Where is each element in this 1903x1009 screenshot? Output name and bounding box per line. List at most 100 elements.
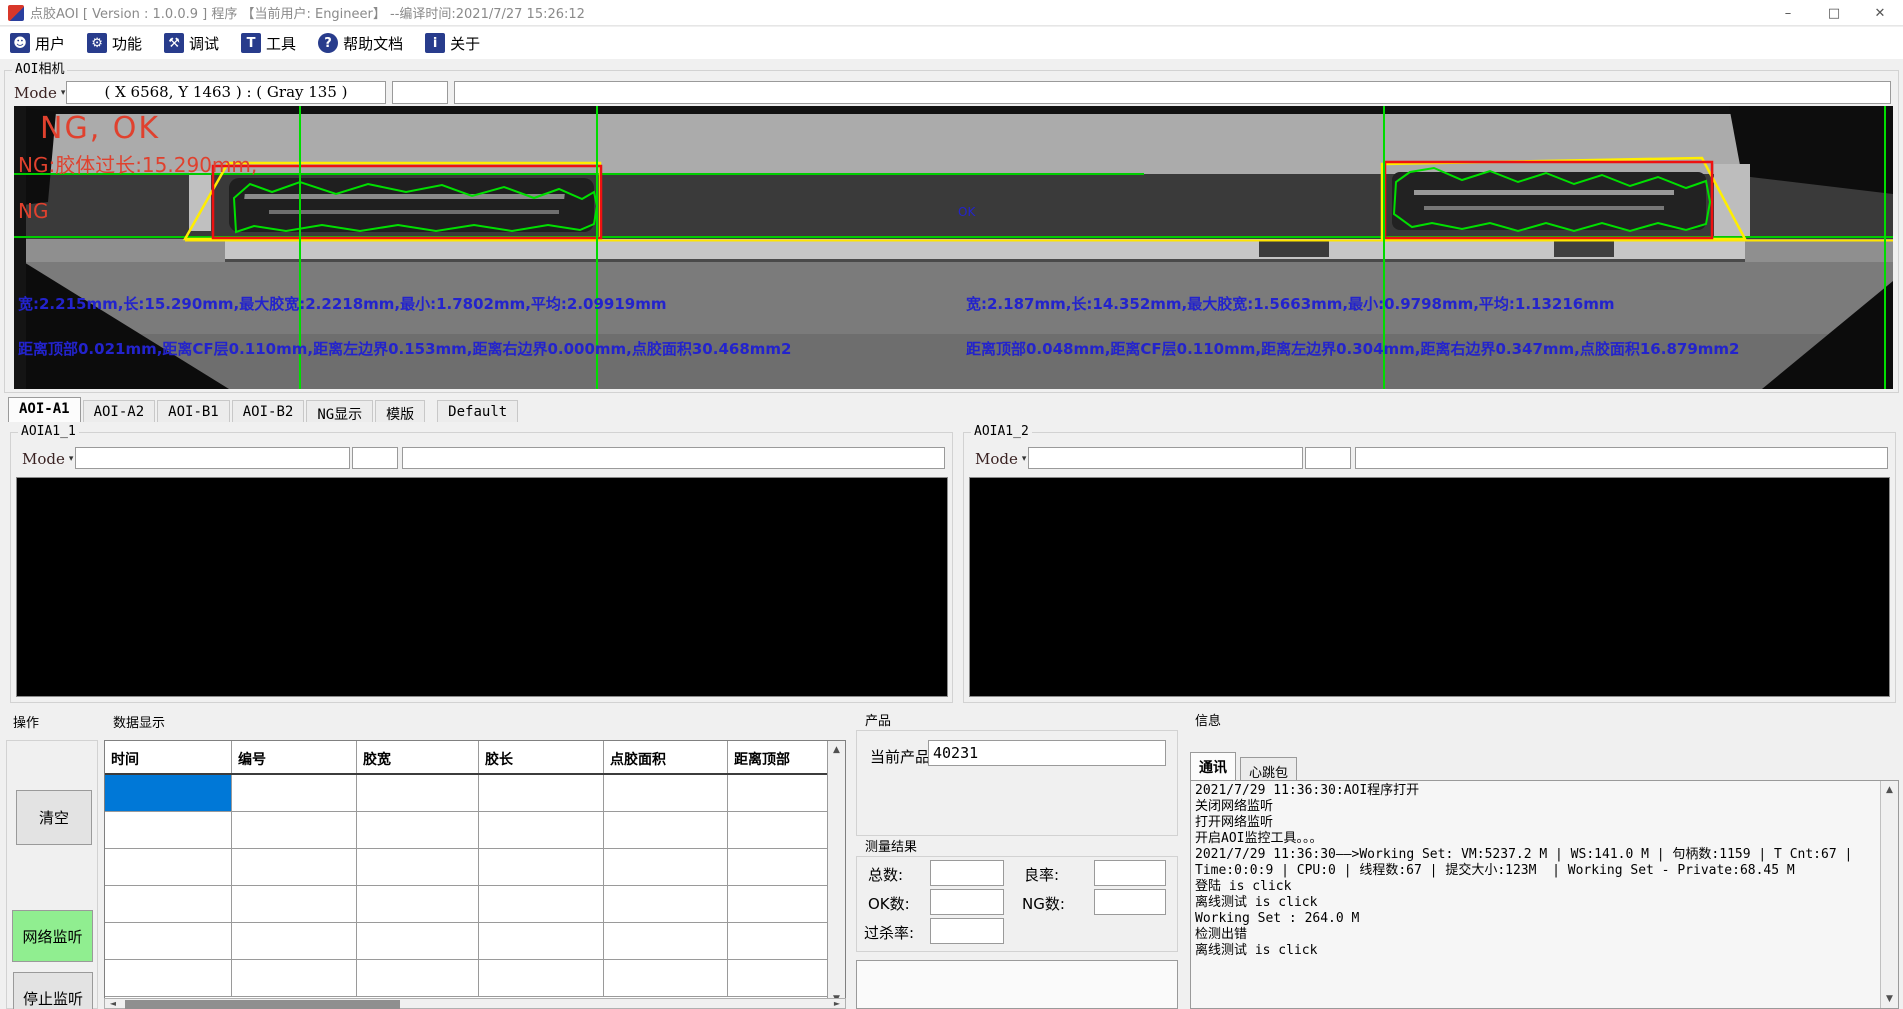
selected-cell[interactable]	[105, 775, 232, 811]
horizontal-scroll-thumb[interactable]	[125, 1000, 400, 1009]
table-cell[interactable]	[479, 960, 604, 996]
table-cell[interactable]	[232, 812, 357, 848]
table-row[interactable]	[105, 775, 828, 812]
table-cell[interactable]	[604, 812, 728, 848]
tab-aoi-b1[interactable]: AOI-B1	[157, 400, 230, 422]
stop-listen-button[interactable]: 停止监听	[13, 972, 93, 1009]
table-cell[interactable]	[232, 960, 357, 996]
table-cell[interactable]	[357, 886, 479, 922]
table-row[interactable]	[105, 812, 828, 849]
tab-aoi-a2[interactable]: AOI-A2	[83, 400, 156, 422]
table-cell[interactable]	[728, 812, 828, 848]
table-row[interactable]	[105, 923, 828, 960]
table-cell[interactable]	[604, 960, 728, 996]
total-value-box[interactable]	[930, 860, 1004, 886]
table-horizontal-scrollbar[interactable]: ◄ ►	[104, 998, 846, 1009]
table-cell[interactable]	[105, 886, 232, 922]
scroll-right-icon[interactable]: ►	[829, 999, 845, 1008]
table-cell[interactable]	[105, 812, 232, 848]
ok-count-value-box[interactable]	[930, 889, 1004, 915]
close-button[interactable]: ✕	[1857, 0, 1903, 26]
col-time[interactable]: 时间	[105, 741, 232, 773]
table-cell[interactable]	[105, 849, 232, 885]
col-glue-area[interactable]: 点胶面积	[604, 741, 728, 773]
aoia1-1-mode-dropdown[interactable]: Mode ▾	[18, 448, 77, 470]
table-cell[interactable]	[357, 775, 479, 811]
aoia1-2-box3[interactable]	[1355, 447, 1888, 469]
table-cell[interactable]	[479, 775, 604, 811]
table-cell[interactable]	[728, 775, 828, 811]
toolbar-debug-button[interactable]: ⚒ 调试	[160, 30, 223, 57]
table-cell[interactable]	[105, 960, 232, 996]
table-cell[interactable]	[357, 849, 479, 885]
scroll-down-icon[interactable]: ▼	[1886, 990, 1893, 1008]
product-note-box[interactable]	[856, 960, 1178, 1009]
table-row[interactable]	[105, 886, 828, 923]
table-cell[interactable]	[357, 812, 479, 848]
table-cell[interactable]	[479, 812, 604, 848]
col-glue-length[interactable]: 胶长	[479, 741, 604, 773]
col-number[interactable]: 编号	[232, 741, 357, 773]
table-row[interactable]	[105, 960, 828, 997]
table-cell[interactable]	[232, 886, 357, 922]
toolbar-about-button[interactable]: i 关于	[421, 30, 484, 57]
table-vertical-scrollbar[interactable]: ▲ ▼	[827, 741, 845, 1008]
camera-wide-box[interactable]	[454, 81, 1891, 104]
table-cell[interactable]	[479, 923, 604, 959]
scroll-up-icon[interactable]: ▲	[1886, 781, 1893, 799]
table-cell[interactable]	[232, 849, 357, 885]
aoia1-2-view[interactable]	[969, 477, 1890, 697]
scroll-left-icon[interactable]: ◄	[105, 999, 121, 1008]
table-cell[interactable]	[728, 886, 828, 922]
aoia1-2-box1[interactable]	[1028, 447, 1303, 469]
toolbar-user-button[interactable]: ☻ 用户	[6, 30, 69, 57]
minimize-button[interactable]: –	[1765, 0, 1811, 26]
table-cell[interactable]	[604, 775, 728, 811]
camera-small-box[interactable]	[392, 81, 448, 104]
maximize-button[interactable]: □	[1811, 0, 1857, 26]
network-listen-button[interactable]: 网络监听	[12, 910, 93, 962]
table-cell[interactable]	[105, 923, 232, 959]
table-cell[interactable]	[604, 886, 728, 922]
table-cell[interactable]	[357, 923, 479, 959]
ng-count-value-box[interactable]	[1094, 889, 1166, 915]
table-cell[interactable]	[728, 923, 828, 959]
aoia1-2-box2[interactable]	[1305, 447, 1351, 469]
tab-aoi-b2[interactable]: AOI-B2	[232, 400, 305, 422]
table-cell[interactable]	[357, 960, 479, 996]
tab-aoi-a1[interactable]: AOI-A1	[8, 397, 81, 422]
aoia1-1-box2[interactable]	[352, 447, 398, 469]
table-cell[interactable]	[604, 849, 728, 885]
col-distance-top[interactable]: 距离顶部	[728, 741, 828, 773]
table-cell[interactable]	[728, 960, 828, 996]
col-glue-width[interactable]: 胶宽	[357, 741, 479, 773]
clear-button[interactable]: 清空	[16, 790, 92, 845]
tab-communication[interactable]: 通讯	[1190, 752, 1236, 781]
table-cell[interactable]	[728, 849, 828, 885]
table-row[interactable]	[105, 849, 828, 886]
current-product-input[interactable]	[928, 740, 1166, 766]
yield-value-box[interactable]	[1094, 860, 1166, 886]
overkill-value-box[interactable]	[930, 918, 1004, 944]
tab-template[interactable]: 模版	[375, 400, 425, 422]
camera-view[interactable]: NG, OK NG:胶体过长:15.290mm, NG OK 宽:2.215mm…	[14, 106, 1893, 389]
aoia1-1-view[interactable]	[16, 477, 948, 697]
table-cell[interactable]	[479, 886, 604, 922]
log-scrollbar[interactable]: ▲ ▼	[1880, 781, 1898, 1008]
toolbar-help-button[interactable]: ? 帮助文档	[314, 30, 407, 57]
aoia1-1-box1[interactable]	[75, 447, 350, 469]
toolbar-tools-button[interactable]: T 工具	[237, 30, 300, 57]
table-cell[interactable]	[604, 923, 728, 959]
aoia1-2-mode-dropdown[interactable]: Mode ▾	[971, 448, 1030, 470]
communication-log[interactable]: 2021/7/29 11:36:30:AOI程序打开 关闭网络监听 打开网络监听…	[1190, 780, 1899, 1009]
camera-mode-dropdown[interactable]: Mode ▾	[10, 82, 69, 104]
table-cell[interactable]	[232, 923, 357, 959]
table-cell[interactable]	[232, 775, 357, 811]
tab-ng-display[interactable]: NG显示	[306, 400, 373, 422]
aoia1-1-box3[interactable]	[402, 447, 945, 469]
camera-coordinate-box[interactable]: ( X 6568, Y 1463 ) : ( Gray 135 )	[66, 81, 386, 104]
tab-default[interactable]: Default	[437, 400, 518, 422]
toolbar-function-button[interactable]: ⚙ 功能	[83, 30, 146, 57]
tab-heartbeat[interactable]: 心跳包	[1240, 757, 1297, 781]
scroll-up-icon[interactable]: ▲	[833, 741, 840, 759]
